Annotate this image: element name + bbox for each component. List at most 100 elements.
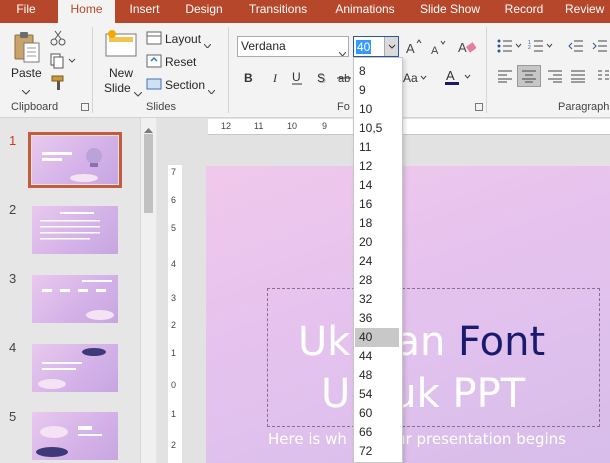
chevron-down-icon[interactable]	[203, 37, 212, 51]
chevron-down-icon[interactable]	[338, 45, 347, 59]
thumbnail-scrollbar[interactable]	[140, 118, 156, 463]
ruler-tick: 4	[171, 259, 177, 269]
align-center-icon[interactable]	[517, 65, 541, 87]
font-size-option[interactable]: 66	[355, 423, 399, 442]
tab-home[interactable]: Home	[58, 0, 115, 23]
scrollbar-thumb[interactable]	[144, 134, 153, 213]
strikethrough-icon[interactable]: ab	[337, 70, 351, 87]
font-size-input[interactable]: 40	[353, 36, 399, 57]
font-name-input[interactable]: Verdana	[237, 36, 349, 57]
divider	[228, 27, 229, 113]
font-size-option[interactable]: 72	[355, 442, 399, 461]
bullets-icon[interactable]	[497, 39, 523, 56]
font-size-dropdown-list[interactable]: 8 9 10 10,5 11 12 14 16 18 20 24 28 32 3…	[353, 57, 403, 463]
font-launcher-icon[interactable]	[475, 103, 483, 111]
italic-icon[interactable]: I	[270, 70, 282, 87]
svg-text:A: A	[446, 68, 455, 83]
chevron-down-icon[interactable]	[207, 83, 216, 97]
font-size-option[interactable]: 20	[355, 233, 399, 252]
font-size-option[interactable]: 10,5	[355, 119, 399, 138]
font-size-option[interactable]: 8	[355, 62, 399, 81]
underline-icon[interactable]: U	[291, 70, 303, 88]
copy-icon[interactable]	[50, 53, 76, 72]
font-size-option-selected[interactable]: 40	[355, 328, 399, 347]
tab-insert[interactable]: Insert	[122, 0, 167, 23]
font-size-option[interactable]: 32	[355, 290, 399, 309]
horizontal-ruler: 12 11 10 9 8	[208, 119, 610, 135]
font-color-icon[interactable]: A	[444, 68, 474, 89]
ruler-tick: 3	[171, 293, 177, 303]
numbering-icon[interactable]: 12	[528, 39, 554, 56]
font-size-option[interactable]: 16	[355, 195, 399, 214]
align-right-icon[interactable]	[547, 69, 563, 86]
tab-design[interactable]: Design	[180, 0, 228, 23]
slide-thumbnail[interactable]	[32, 206, 118, 254]
svg-text:A: A	[406, 41, 415, 55]
tab-transitions[interactable]: Transitions	[243, 0, 313, 23]
reset-icon[interactable]	[146, 54, 162, 71]
font-size-value[interactable]: 40	[356, 40, 372, 54]
justify-icon[interactable]	[570, 69, 586, 86]
change-case-icon[interactable]: Aa	[403, 70, 427, 87]
ruler-tick: 7	[171, 167, 177, 177]
increase-indent-icon[interactable]	[592, 39, 608, 56]
tab-slide-show[interactable]: Slide Show	[415, 0, 485, 23]
format-painter-icon[interactable]	[51, 75, 67, 94]
tab-record[interactable]: Record	[498, 0, 550, 23]
cut-icon[interactable]	[50, 30, 66, 49]
new-slide-button-line2[interactable]: Slide	[104, 81, 131, 95]
font-size-option[interactable]: 12	[355, 157, 399, 176]
font-size-option[interactable]: 28	[355, 271, 399, 290]
subtitle-end: our presentation begins	[386, 430, 566, 448]
chevron-down-icon[interactable]	[21, 84, 31, 98]
shadow-icon[interactable]: SS	[316, 70, 328, 87]
ruler-tick: 9	[322, 121, 328, 131]
font-size-option[interactable]: 14	[355, 176, 399, 195]
font-size-dropdown-button[interactable]	[384, 37, 398, 56]
columns-icon[interactable]	[597, 69, 610, 86]
thumbnail-number: 4	[9, 340, 17, 355]
slide-title-line2[interactable]: Uuk PPT	[321, 370, 525, 418]
font-size-option[interactable]: 36	[355, 309, 399, 328]
font-size-option[interactable]: 24	[355, 252, 399, 271]
section-button[interactable]: Section	[165, 78, 205, 92]
new-slide-button[interactable]: New	[109, 66, 133, 80]
font-size-option[interactable]: 10	[355, 100, 399, 119]
title-text-accent: Font	[458, 319, 546, 365]
section-icon[interactable]	[146, 77, 162, 94]
font-size-option[interactable]: 60	[355, 404, 399, 423]
tab-review[interactable]: Review	[565, 0, 610, 23]
tab-file[interactable]: File	[8, 0, 44, 23]
clear-formatting-icon[interactable]: A	[458, 38, 477, 57]
slide-title-line1[interactable]: Uk an Font	[298, 318, 545, 366]
slide-subtitle[interactable]: Here is wh our presentation begins	[268, 430, 566, 448]
slide-thumbnail[interactable]	[32, 275, 118, 323]
svg-text:U: U	[292, 70, 301, 84]
slide-thumbnail[interactable]	[28, 132, 122, 188]
layout-icon[interactable]	[146, 31, 162, 48]
ruler-tick: 2	[171, 320, 177, 330]
font-size-option[interactable]: 48	[355, 366, 399, 385]
new-slide-icon[interactable]	[104, 30, 140, 63]
paste-icon[interactable]	[12, 31, 42, 68]
font-size-option[interactable]: 9	[355, 81, 399, 100]
bold-icon[interactable]: B	[243, 70, 255, 87]
increase-font-size-icon[interactable]: A	[405, 39, 423, 58]
clipboard-launcher-icon[interactable]	[81, 103, 89, 111]
tab-animations[interactable]: Animations	[328, 0, 402, 23]
font-size-option[interactable]: 11	[355, 138, 399, 157]
slide-thumbnail[interactable]	[32, 412, 118, 460]
decrease-font-size-icon[interactable]: A	[430, 40, 448, 59]
font-size-option[interactable]: 54	[355, 385, 399, 404]
font-size-option[interactable]: 18	[355, 214, 399, 233]
svg-text:S: S	[317, 71, 325, 84]
align-left-icon[interactable]	[497, 69, 513, 86]
reset-button[interactable]: Reset	[165, 55, 196, 69]
decrease-indent-icon[interactable]	[568, 39, 584, 56]
font-size-option[interactable]: 44	[355, 347, 399, 366]
title-line2-start: U	[321, 371, 351, 417]
chevron-down-icon[interactable]	[133, 86, 143, 100]
layout-button[interactable]: Layout	[165, 32, 201, 46]
paste-button[interactable]: Paste	[11, 66, 42, 80]
slide-thumbnail[interactable]	[32, 344, 118, 392]
